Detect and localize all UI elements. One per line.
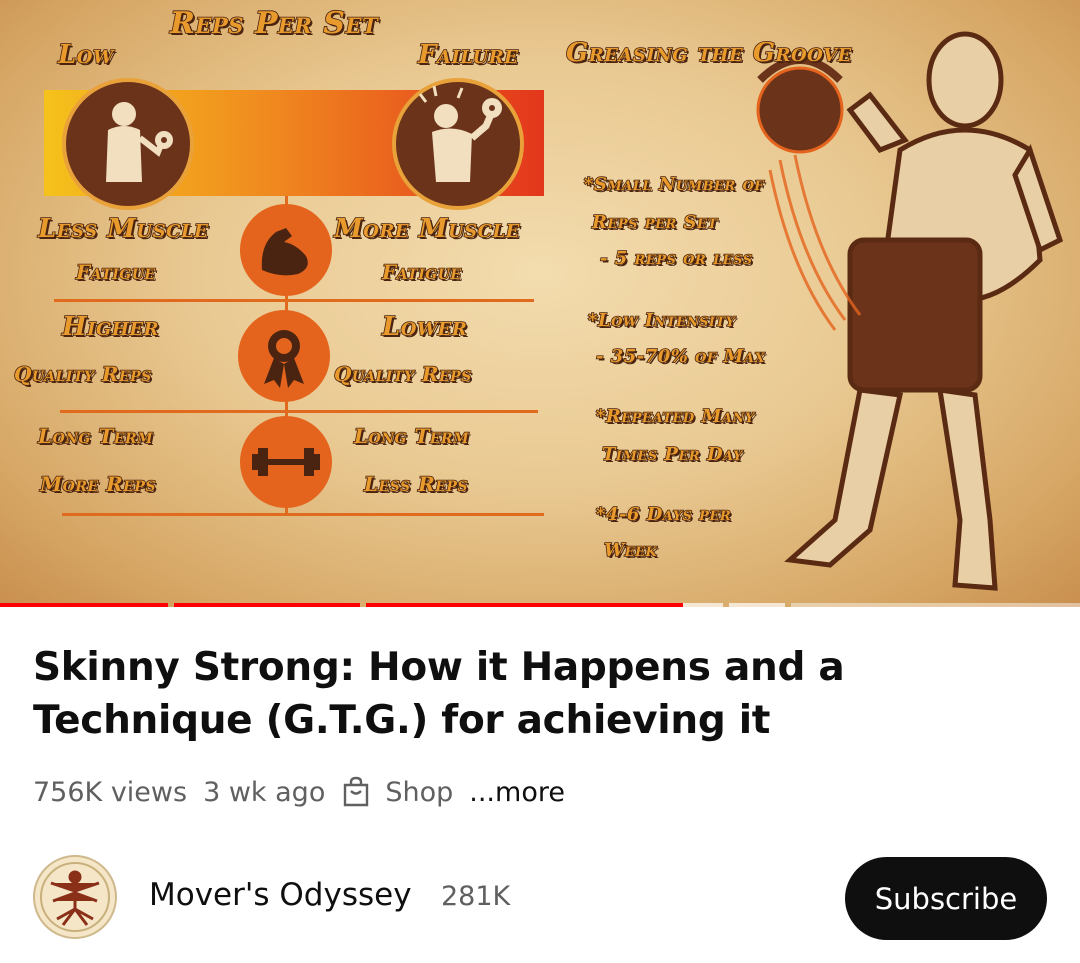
flexed-arm-icon xyxy=(240,204,332,296)
gtg-bullet-line: *Repeated Many xyxy=(595,405,755,428)
channel-row: Mover's Odyssey 281K Subscribe xyxy=(33,853,1048,940)
gtg-bullet-line: - 5 reps or less xyxy=(599,247,753,270)
failure-reps-figure xyxy=(392,78,524,210)
failure-label: Failure xyxy=(417,39,519,71)
row3-right-line1: Long Term xyxy=(353,423,470,449)
row1-right-line2: Fatigue xyxy=(381,259,462,285)
progress-segment-remaining[interactable] xyxy=(791,603,1080,607)
row1-left-line1: Less Muscle xyxy=(37,213,209,245)
row3-right-line2: Less Reps xyxy=(363,471,469,497)
row2-right-line2: Quality Reps xyxy=(333,361,472,387)
view-count: 756K views xyxy=(33,776,188,808)
kettlebell xyxy=(756,66,844,154)
row1-left-line2: Fatigue xyxy=(75,259,156,285)
gtg-bullet-line: *Small Number of xyxy=(583,173,765,196)
gtg-bullet-line: Reps per Set xyxy=(591,211,718,234)
video-meta-row[interactable]: 756K views 3 wk ago Shop ...more xyxy=(33,772,581,812)
gtg-bullet-line: *Low Intensity xyxy=(587,309,736,332)
channel-name[interactable]: Mover's Odyssey xyxy=(149,877,412,913)
row-divider xyxy=(62,513,544,516)
dumbbell-icon xyxy=(240,416,332,508)
progress-segment-played[interactable] xyxy=(174,603,360,607)
reps-per-set-header: Reps Per Set xyxy=(169,5,379,42)
gtg-title: Greasing the Groove xyxy=(565,37,852,69)
subscribe-button[interactable]: Subscribe xyxy=(845,857,1047,940)
gtg-bullet-line: Week xyxy=(603,539,658,562)
award-ribbon-icon xyxy=(238,310,330,402)
row2-right-line1: Lower xyxy=(381,311,468,343)
subscriber-count: 281K xyxy=(441,881,511,912)
row2-left-line1: Higher xyxy=(61,311,160,343)
gtg-bullet-line: Times Per Day xyxy=(601,443,743,466)
progress-segment-remaining[interactable] xyxy=(729,603,785,607)
upload-age: 3 wk ago xyxy=(203,776,326,808)
more-description-link[interactable]: ...more xyxy=(469,777,565,808)
gtg-bullet-line: *4-6 Days per xyxy=(595,503,732,526)
row3-left-line1: Long Term xyxy=(37,423,154,449)
video-player[interactable]: Reps Per Set Low Failure Greasing the Gr… xyxy=(0,0,1080,607)
gtg-bullet-line: - 35-70% of Max xyxy=(595,345,766,368)
shopping-bag-icon[interactable] xyxy=(341,776,371,808)
progress-segment-played[interactable] xyxy=(0,603,168,607)
row1-right-line1: More Muscle xyxy=(333,213,520,245)
low-reps-figure xyxy=(62,78,194,210)
row-divider xyxy=(60,410,538,413)
row-divider xyxy=(54,299,534,302)
row2-left-line2: Quality Reps xyxy=(13,361,152,387)
video-title[interactable]: Skinny Strong: How it Happens and a Tech… xyxy=(33,641,1043,747)
progress-segment-remaining[interactable] xyxy=(683,603,723,607)
shop-link[interactable]: Shop xyxy=(385,777,453,808)
motion-lines xyxy=(768,154,862,331)
progress-segment-played[interactable] xyxy=(366,603,683,607)
low-label: Low xyxy=(57,39,114,71)
row3-left-line2: More Reps xyxy=(39,471,157,497)
channel-avatar[interactable] xyxy=(33,855,117,939)
